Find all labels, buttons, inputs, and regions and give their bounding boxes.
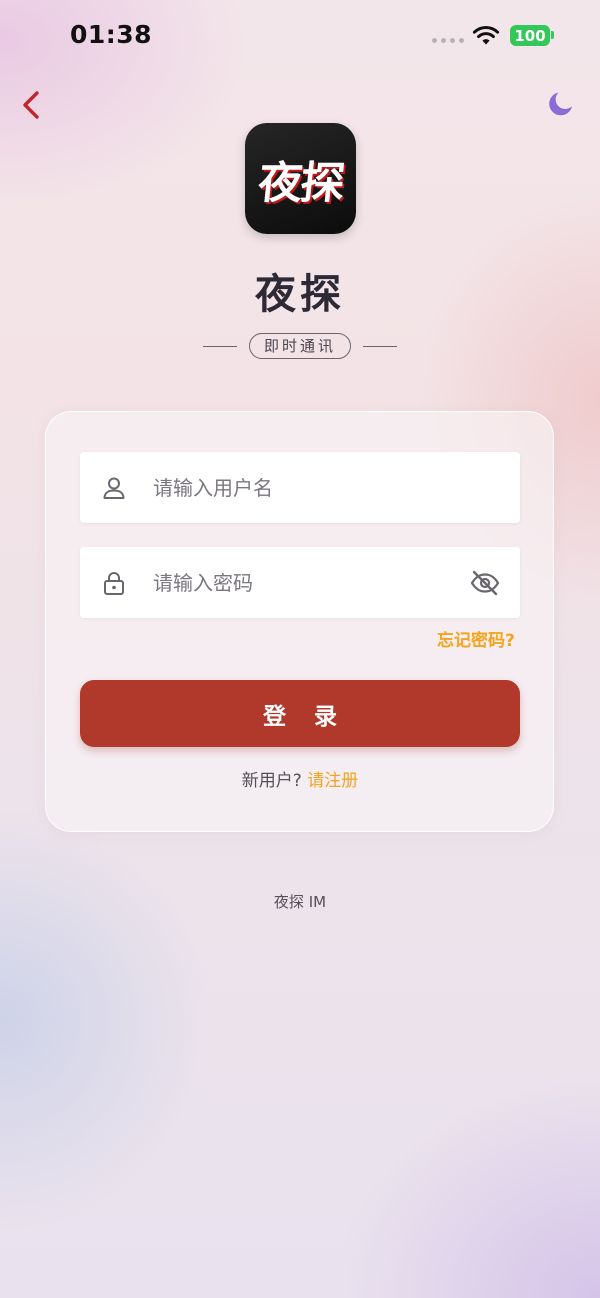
theme-toggle-button[interactable] [544, 88, 576, 120]
forgot-password-link[interactable]: 忘记密码? [437, 626, 515, 651]
wifi-icon [472, 25, 500, 45]
app-name: 夜探 [255, 270, 345, 318]
username-input[interactable] [153, 452, 453, 523]
tagline-divider-right [363, 345, 397, 347]
password-input[interactable] [153, 547, 453, 618]
tagline-badge: 即时通讯 [248, 333, 351, 359]
register-row: 新用户? 请注册 [0, 766, 600, 791]
battery-indicator: 100 [510, 25, 550, 46]
app-logo: 夜探 [245, 123, 356, 234]
tagline-row: 即时通讯 [0, 331, 600, 361]
back-button[interactable] [16, 88, 50, 122]
app-logo-text: 夜探 [255, 157, 345, 209]
moon-icon [549, 92, 572, 116]
new-user-prompt: 新用户? [241, 771, 302, 791]
status-time: 01:38 [70, 20, 153, 49]
footer-text: 夜探 IM [273, 893, 327, 911]
lock-icon [104, 572, 124, 595]
tagline-divider-left [202, 345, 237, 347]
user-icon [103, 477, 125, 499]
eye-off-icon[interactable] [469, 567, 501, 599]
register-link[interactable]: 请注册 [307, 771, 358, 791]
cellular-signal-icon [432, 38, 464, 43]
password-field[interactable] [80, 547, 520, 618]
battery-nub [551, 31, 554, 39]
login-button[interactable]: 登录 [80, 680, 520, 747]
username-field[interactable] [80, 452, 520, 523]
status-bar: 01:38 100 [0, 0, 600, 72]
chevron-left-icon [23, 91, 39, 119]
